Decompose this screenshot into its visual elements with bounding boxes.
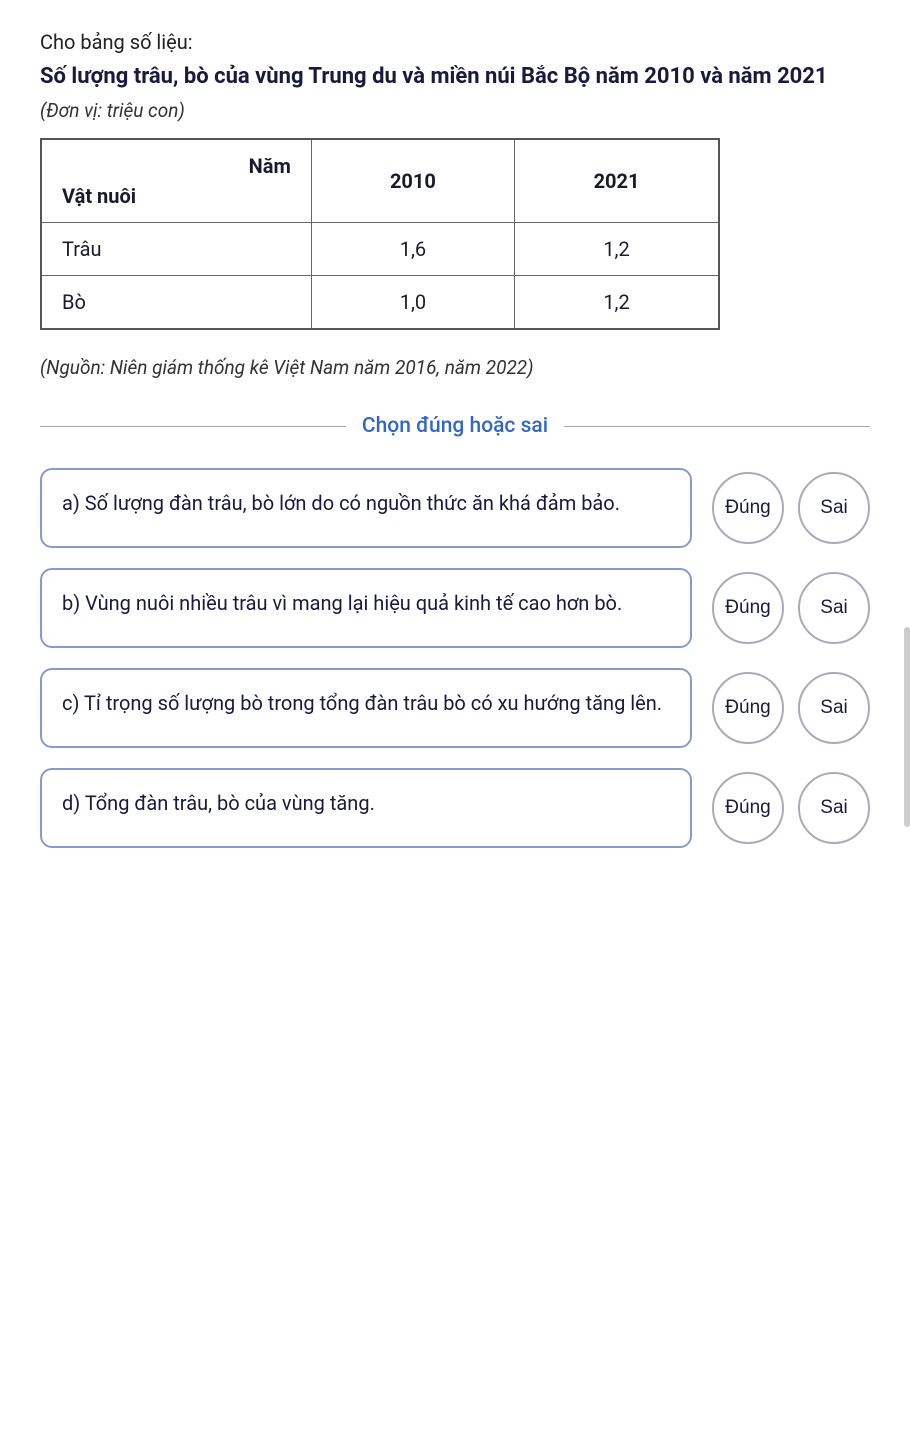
answer-buttons-a: Đúng Sai bbox=[712, 472, 870, 544]
unit-label: (Đơn vị: triệu con) bbox=[40, 99, 870, 122]
questions-list: a) Số lượng đàn trâu, bò lớn do có nguồn… bbox=[40, 468, 870, 848]
question-row-c: c) Tỉ trọng số lượng bò trong tổng đàn t… bbox=[40, 668, 870, 748]
dung-button-c[interactable]: Đúng bbox=[712, 672, 784, 744]
table-row: Trâu 1,6 1,2 bbox=[41, 222, 719, 275]
intro-label: Cho bảng số liệu: bbox=[40, 30, 870, 54]
divider-left bbox=[40, 426, 346, 427]
data-table: Năm Vật nuôi 2010 2021 Trâu 1,6 1,2 Bò 1… bbox=[40, 138, 720, 330]
question-box-a: a) Số lượng đàn trâu, bò lớn do có nguồn… bbox=[40, 468, 692, 548]
sai-button-b[interactable]: Sai bbox=[798, 572, 870, 644]
dung-button-d[interactable]: Đúng bbox=[712, 772, 784, 844]
question-row-a: a) Số lượng đàn trâu, bò lớn do có nguồn… bbox=[40, 468, 870, 548]
table-cell-animal: Bò bbox=[41, 275, 311, 329]
table-cell-animal: Trâu bbox=[41, 222, 311, 275]
sai-button-a[interactable]: Sai bbox=[798, 472, 870, 544]
answer-buttons-d: Đúng Sai bbox=[712, 772, 870, 844]
question-box-d: d) Tổng đàn trâu, bò của vùng tăng. bbox=[40, 768, 692, 848]
divider-right bbox=[564, 426, 870, 427]
question-row-d: d) Tổng đàn trâu, bò của vùng tăng. Đúng… bbox=[40, 768, 870, 848]
table-header-2021: 2021 bbox=[515, 139, 719, 223]
table-cell-2021: 1,2 bbox=[515, 275, 719, 329]
sai-button-d[interactable]: Sai bbox=[798, 772, 870, 844]
source-label: (Nguồn: Niên giám thống kê Việt Nam năm … bbox=[40, 354, 870, 383]
dung-button-a[interactable]: Đúng bbox=[712, 472, 784, 544]
sai-button-c[interactable]: Sai bbox=[798, 672, 870, 744]
scrollbar[interactable] bbox=[904, 627, 910, 827]
table-cell-2021: 1,2 bbox=[515, 222, 719, 275]
page-title: Số lượng trâu, bò của vùng Trung du và m… bbox=[40, 62, 870, 93]
table-header-2010: 2010 bbox=[311, 139, 514, 223]
dung-button-b[interactable]: Đúng bbox=[712, 572, 784, 644]
answer-buttons-b: Đúng Sai bbox=[712, 572, 870, 644]
question-box-c: c) Tỉ trọng số lượng bò trong tổng đàn t… bbox=[40, 668, 692, 748]
table-cell-2010: 1,6 bbox=[311, 222, 514, 275]
table-header-nam-right: Năm Vật nuôi bbox=[41, 139, 311, 223]
table-cell-2010: 1,0 bbox=[311, 275, 514, 329]
section-divider: Chọn đúng hoặc sai bbox=[40, 414, 870, 438]
table-row: Bò 1,0 1,2 bbox=[41, 275, 719, 329]
answer-buttons-c: Đúng Sai bbox=[712, 672, 870, 744]
question-row-b: b) Vùng nuôi nhiều trâu vì mang lại hiệu… bbox=[40, 568, 870, 648]
section-label: Chọn đúng hoặc sai bbox=[362, 414, 548, 438]
question-box-b: b) Vùng nuôi nhiều trâu vì mang lại hiệu… bbox=[40, 568, 692, 648]
